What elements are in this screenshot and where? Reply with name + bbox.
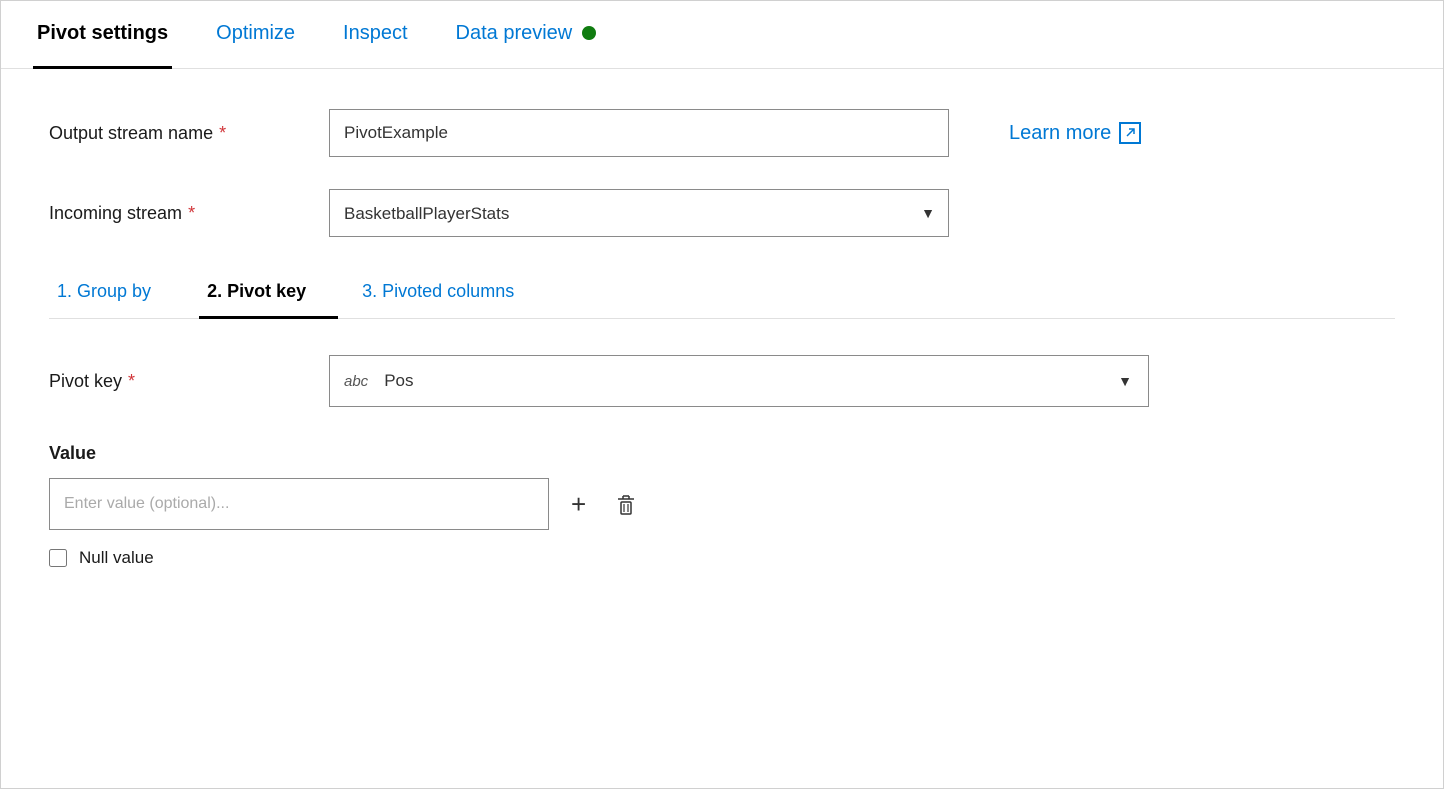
output-stream-required: *	[219, 123, 226, 144]
null-value-label: Null value	[79, 548, 154, 568]
pivot-key-chevron: ▼	[1118, 373, 1132, 389]
null-value-row: Null value	[49, 548, 1395, 568]
pivot-key-select-wrapper[interactable]: abc Pos ▼	[329, 355, 1149, 407]
output-stream-input[interactable]	[329, 109, 949, 157]
value-section-label: Value	[49, 443, 1395, 464]
pivot-key-label: Pivot key *	[49, 371, 329, 392]
tab-data-preview[interactable]: Data preview	[452, 1, 601, 69]
sub-tab-pivoted-columns[interactable]: 3. Pivoted columns	[354, 269, 546, 319]
sub-tab-bar: 1. Group by 2. Pivot key 3. Pivoted colu…	[49, 269, 1395, 319]
sub-tab-group-by[interactable]: 1. Group by	[49, 269, 183, 319]
pivot-key-required: *	[128, 371, 135, 392]
incoming-stream-row: Incoming stream * BasketballPlayerStats …	[49, 189, 1395, 237]
incoming-stream-required: *	[188, 203, 195, 224]
sub-tab-pivot-key[interactable]: 2. Pivot key	[199, 269, 338, 319]
tab-bar: Pivot settings Optimize Inspect Data pre…	[1, 1, 1443, 69]
pivot-key-row: Pivot key * abc Pos ▼	[49, 355, 1395, 407]
null-value-checkbox[interactable]	[49, 549, 67, 567]
incoming-stream-select-wrapper: BasketballPlayerStats ▼	[329, 189, 949, 237]
pivot-key-select[interactable]: abc Pos ▼	[329, 355, 1149, 407]
tab-optimize[interactable]: Optimize	[212, 1, 299, 69]
tab-inspect[interactable]: Inspect	[339, 1, 411, 69]
learn-more-link[interactable]: Learn more	[1009, 122, 1141, 145]
incoming-stream-label: Incoming stream *	[49, 203, 329, 224]
incoming-stream-select[interactable]: BasketballPlayerStats	[329, 189, 949, 237]
add-value-button[interactable]: +	[567, 485, 590, 524]
value-input-row: +	[49, 478, 1395, 530]
pivot-key-section: Pivot key * abc Pos ▼ Value +	[49, 319, 1395, 568]
tab-pivot-settings[interactable]: Pivot settings	[33, 1, 172, 69]
output-stream-row: Output stream name * Learn more	[49, 109, 1395, 157]
value-section: Value +	[49, 443, 1395, 568]
data-preview-dot	[582, 26, 596, 40]
external-link-icon	[1119, 122, 1141, 144]
output-stream-label: Output stream name *	[49, 123, 329, 144]
pivot-settings-panel: Pivot settings Optimize Inspect Data pre…	[0, 0, 1444, 789]
value-input[interactable]	[49, 478, 549, 530]
content-area: Output stream name * Learn more Incoming…	[1, 69, 1443, 608]
delete-value-button[interactable]	[608, 486, 644, 522]
pivot-key-prefix: abc	[344, 373, 368, 390]
